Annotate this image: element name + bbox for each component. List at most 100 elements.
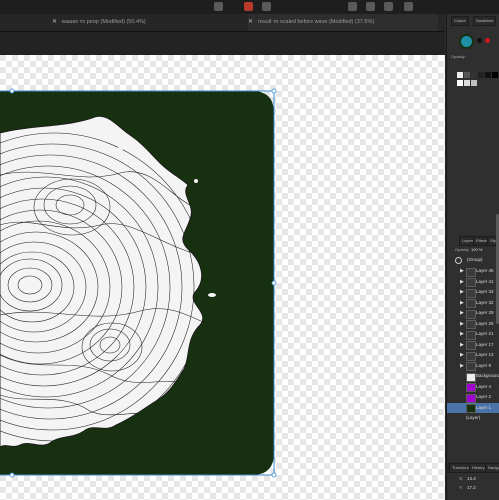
colour-swatch-red[interactable] <box>485 38 490 43</box>
layer-row[interactable]: ▶ Layer 21 <box>447 329 499 340</box>
expand-arrow-icon[interactable]: ▶ <box>460 268 464 274</box>
workspace <box>0 32 445 500</box>
layer-row[interactable]: ▶ Layer 33 <box>447 287 499 298</box>
swatch[interactable] <box>471 72 477 78</box>
layer-opacity-value[interactable]: 100 % <box>471 247 482 252</box>
swatch[interactable] <box>485 72 491 78</box>
transform-y-field[interactable]: 17.2 <box>467 485 476 490</box>
layer-row[interactable]: ▶ Layer 32 <box>447 298 499 308</box>
tool-icon[interactable] <box>404 2 413 11</box>
layer-thumbnail <box>466 320 476 329</box>
layer-thumbnail <box>466 362 476 371</box>
tool-icon[interactable] <box>262 2 271 11</box>
expand-arrow-icon[interactable]: ▶ <box>460 352 464 358</box>
swatch[interactable] <box>478 72 484 78</box>
layer-thumbnail <box>466 372 476 382</box>
layer-thumbnail <box>466 309 476 319</box>
swatch[interactable] <box>464 80 470 86</box>
layer-row[interactable]: Background <box>447 371 499 382</box>
layer-row[interactable]: (Layer) <box>447 413 499 424</box>
layer-name: Background <box>476 373 499 378</box>
layer-row[interactable]: ▶ Layer 45 <box>447 266 499 277</box>
document-tab-label: result то scaled before wave (Modified) … <box>258 19 375 25</box>
layer-name: Layer 9 <box>476 362 492 368</box>
transform-y-label: Y: <box>459 485 464 490</box>
layer-thumbnail <box>466 383 476 392</box>
tool-icon[interactable] <box>384 2 393 11</box>
layer-row[interactable]: Layer 2 <box>447 392 499 403</box>
layer-thumbnail <box>466 278 476 287</box>
layer-row[interactable]: ▶ Layer 25 <box>447 319 499 329</box>
colour-swatch-black[interactable] <box>477 38 482 43</box>
layer-thumbnail <box>466 393 476 403</box>
swatch[interactable] <box>471 80 477 86</box>
layer-opacity-label: Opacity: <box>455 247 470 252</box>
tab-navigator[interactable]: Navigator <box>485 463 499 473</box>
fill-colour-well[interactable] <box>459 34 474 49</box>
visibility-icon[interactable] <box>455 257 462 264</box>
tab-swatches[interactable]: Swatches <box>473 16 497 26</box>
tool-icon[interactable] <box>348 2 357 11</box>
layer-row[interactable]: ▶ Layer 41 <box>447 277 499 287</box>
top-toolbar <box>0 0 499 14</box>
layer-row[interactable]: ▶ Layer 9 <box>447 361 499 371</box>
layer-thumbnail <box>466 404 476 413</box>
close-icon[interactable]: ✕ <box>248 14 253 31</box>
tool-icon[interactable] <box>366 2 375 11</box>
layer-thumbnail <box>466 351 476 361</box>
layer-name: Layer 45 <box>476 268 494 273</box>
layer-thumbnail <box>466 288 476 298</box>
expand-arrow-icon[interactable]: ▶ <box>460 342 464 348</box>
document-tab-active[interactable]: ✕ result то scaled before wave (Modified… <box>248 14 438 31</box>
layer-thumbnail <box>466 267 476 277</box>
transform-fields: X: 13.4 Y: 17.2 <box>447 474 499 500</box>
canvas-viewport[interactable] <box>0 55 445 500</box>
document-tab-label: ваших то реор (Modified) (50.4%) <box>62 19 146 25</box>
expand-arrow-icon[interactable]: ▶ <box>460 331 464 337</box>
layer-name: Layer 41 <box>476 278 494 284</box>
layer-name: Layer 32 <box>476 299 494 305</box>
layer-name: Layer 2 <box>476 394 492 399</box>
swatch[interactable] <box>457 72 463 78</box>
expand-arrow-icon[interactable]: ▶ <box>460 363 464 369</box>
layer-group-row[interactable]: (Group) <box>447 255 499 265</box>
layer-row-selected[interactable]: Layer 1 <box>447 402 499 413</box>
opacity-label: Opacity: <box>451 54 466 59</box>
bottom-panel-tabs: Transform History Navigator <box>447 462 499 473</box>
swatch[interactable] <box>457 80 463 86</box>
layer-group-label: (Group) <box>467 257 483 262</box>
layer-row[interactable]: ▶ Layer 13 <box>447 350 499 361</box>
document-tab[interactable]: ✕ ваших то реор (Modified) (50.4%) <box>52 14 242 31</box>
swatch[interactable] <box>464 72 470 78</box>
tab-colour[interactable]: Colour <box>451 16 469 26</box>
layer-row[interactable]: ▶ Layer 29 <box>447 308 499 319</box>
document-tab-strip: ✕ ваших то реор (Modified) (50.4%) ✕ res… <box>0 14 445 32</box>
layers-list: ▶ Layer 45 ▶ Layer 41 ▶ Layer 33 ▶ Layer 32 … <box>447 266 499 436</box>
right-panel: Colour Swatches Opacity: Layers Effects … <box>446 14 499 500</box>
layer-thumbnail <box>466 341 476 350</box>
layer-name: Layer 17 <box>476 341 494 347</box>
layer-row[interactable]: ▶ Layer 17 <box>447 340 499 350</box>
close-icon[interactable]: ✕ <box>52 14 57 31</box>
layer-name: Layer 4 <box>476 383 492 389</box>
transform-x-label: X: <box>459 476 464 481</box>
expand-arrow-icon[interactable]: ▶ <box>460 321 464 327</box>
expand-arrow-icon[interactable]: ▶ <box>460 279 464 285</box>
canvas-svg <box>0 55 445 500</box>
tool-icon[interactable] <box>244 2 253 11</box>
expand-arrow-icon[interactable]: ▶ <box>460 289 464 295</box>
layer-name: Layer 29 <box>476 310 494 315</box>
layer-name: Layer 21 <box>476 331 494 336</box>
expand-arrow-icon[interactable]: ▶ <box>460 310 464 316</box>
tool-icon[interactable] <box>214 2 223 11</box>
transform-x-field[interactable]: 13.4 <box>467 476 476 481</box>
layer-name: Layer 25 <box>476 320 494 326</box>
layer-name: (Layer) <box>466 415 481 420</box>
expand-arrow-icon[interactable]: ▶ <box>460 300 464 306</box>
layer-name: Layer 13 <box>476 352 494 357</box>
layer-thumbnail <box>466 299 476 308</box>
swatch[interactable] <box>492 72 498 78</box>
layer-row[interactable]: Layer 4 <box>447 382 499 392</box>
layer-name: Layer 33 <box>476 289 494 294</box>
layer-name: Layer 1 <box>476 404 492 410</box>
